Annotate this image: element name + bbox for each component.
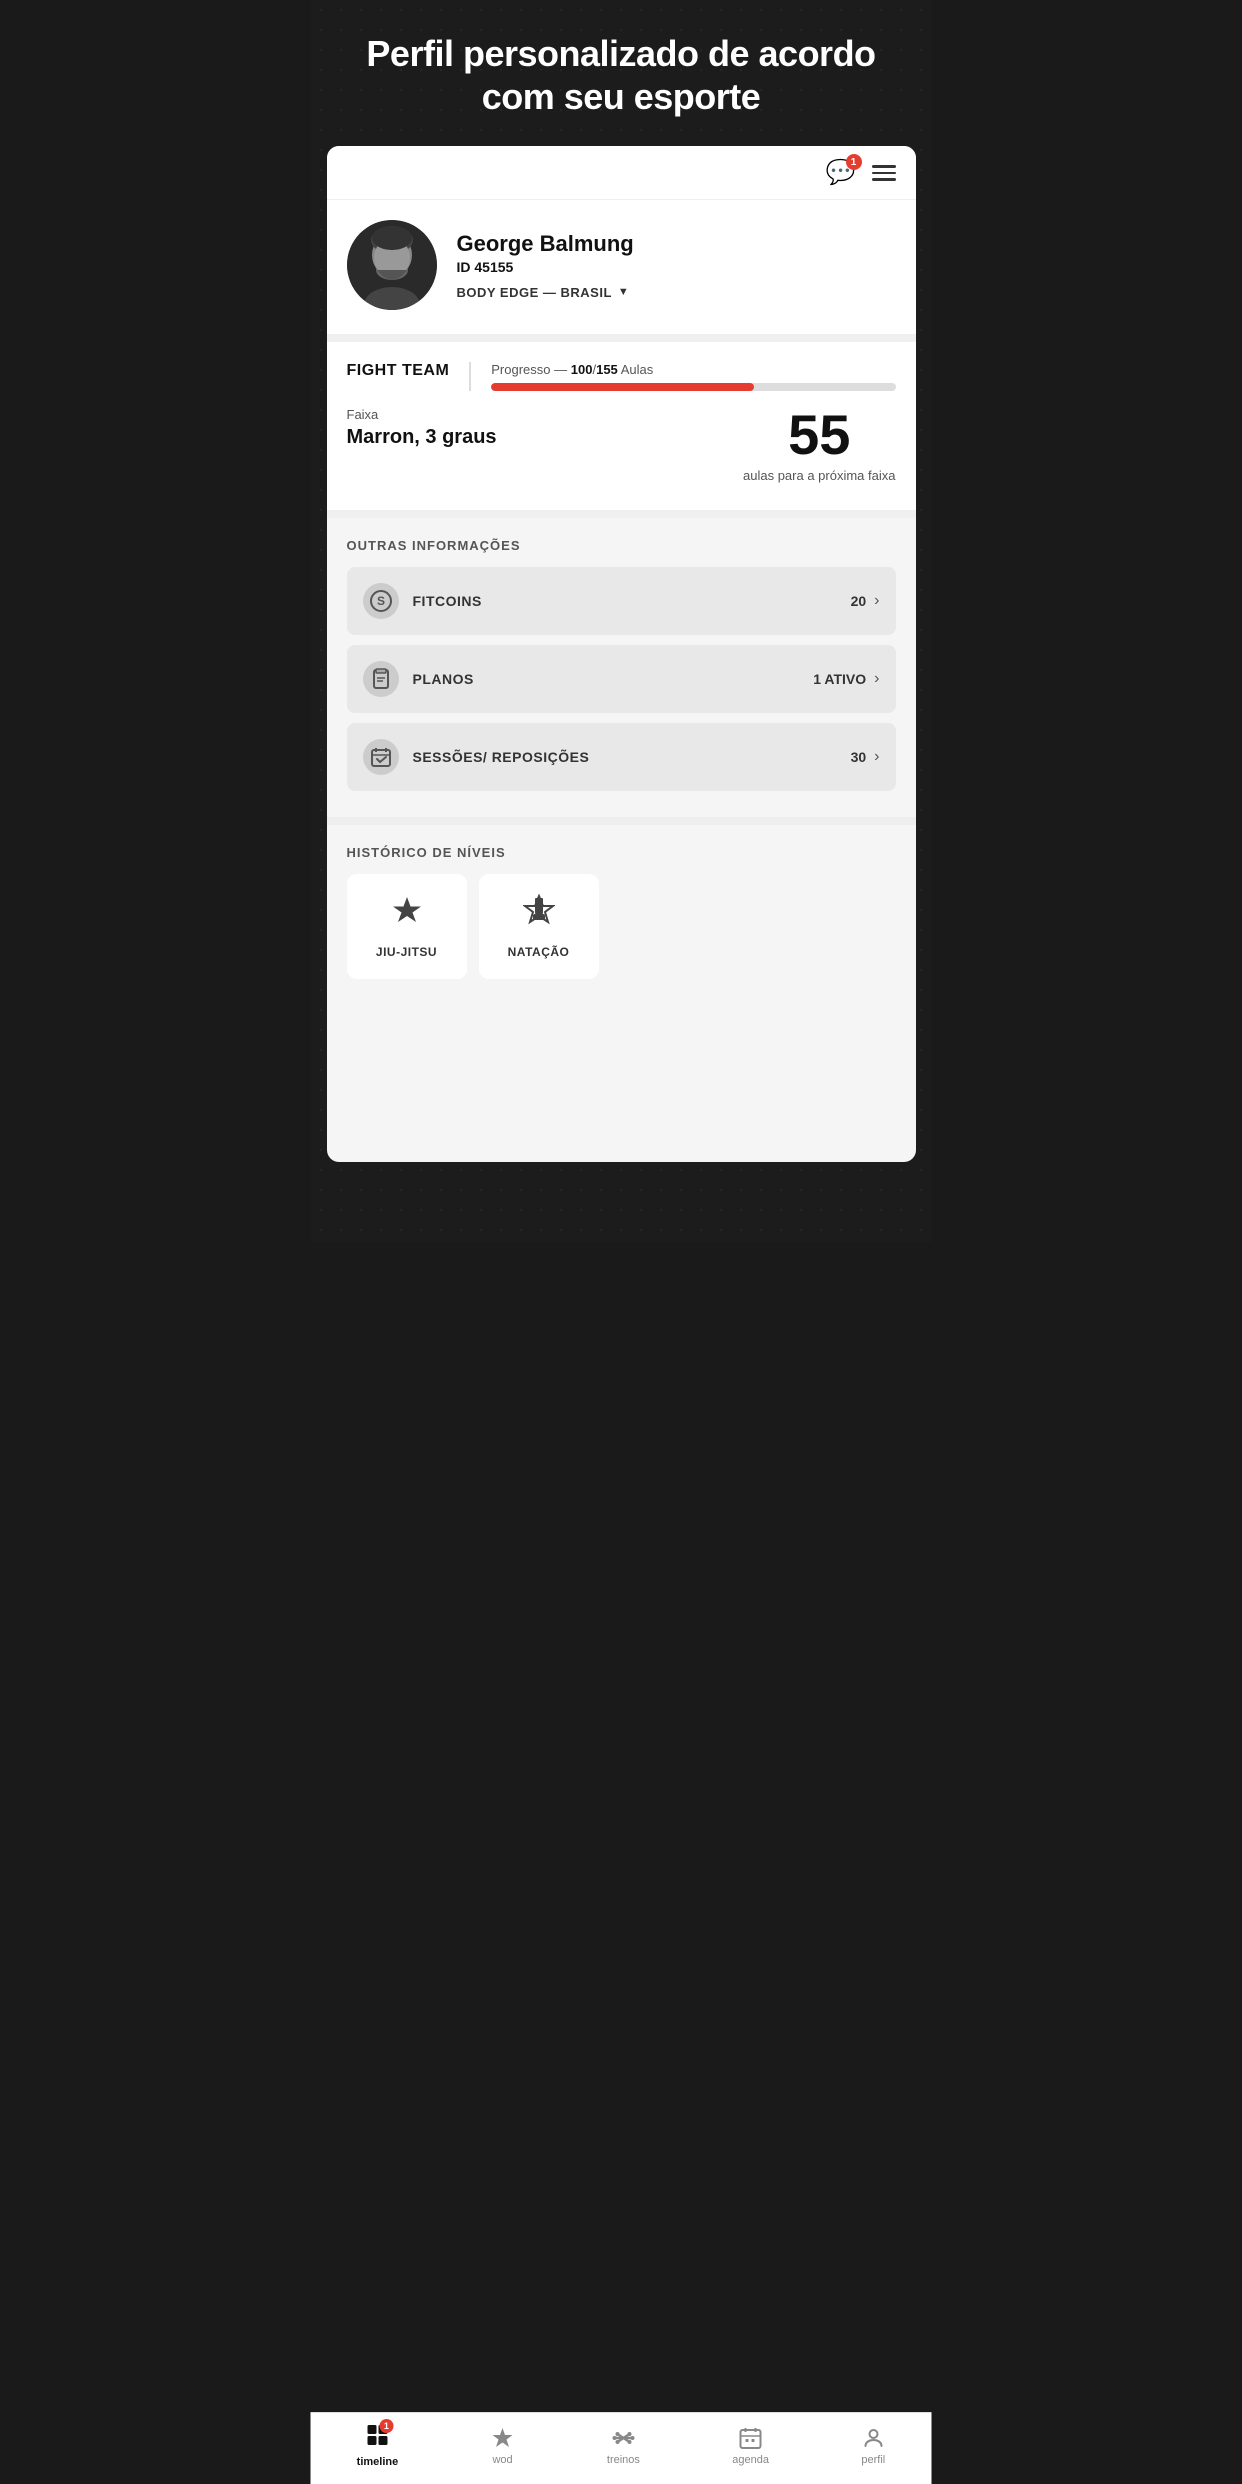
progress-section: Progresso — 100/155 Aulas bbox=[469, 362, 895, 391]
bottom-nav: 1 timeline wod treinos bbox=[311, 2412, 932, 2484]
nav-wod[interactable]: wod bbox=[491, 2426, 515, 2466]
fight-team-top: FIGHT TEAM Progresso — 100/155 Aulas bbox=[347, 362, 896, 391]
nav-perfil-label: perfil bbox=[861, 2454, 885, 2466]
planos-item[interactable]: PLANOS 1 ATIVO › bbox=[347, 645, 896, 713]
other-info-section: OUTRAS INFORMAÇÕES S FITCOINS 20 › bbox=[327, 518, 916, 825]
treinos-icon bbox=[611, 2426, 635, 2450]
nav-treinos-label: treinos bbox=[607, 2454, 640, 2466]
profile-info: George Balmung ID 45155 BODY EDGE — BRAS… bbox=[457, 231, 896, 300]
progress-label: Progresso — 100/155 Aulas bbox=[491, 362, 895, 377]
sessoes-label: SESSÕES/ REPOSIÇÕES bbox=[413, 749, 851, 765]
jiujitsu-icon bbox=[391, 894, 423, 933]
belt-value: Marron, 3 graus bbox=[347, 426, 744, 449]
fight-team-body: Faixa Marron, 3 graus 55 aulas para a pr… bbox=[347, 407, 896, 485]
nav-perfil[interactable]: perfil bbox=[861, 2426, 885, 2466]
history-item-jiujitsu[interactable]: JIU-JITSU bbox=[347, 874, 467, 979]
progress-bar-fill bbox=[491, 383, 754, 391]
profile-id: ID 45155 bbox=[457, 259, 896, 275]
natacao-icon bbox=[523, 894, 555, 933]
top-bar: 💬 1 bbox=[327, 146, 916, 200]
fight-team-section: FIGHT TEAM Progresso — 100/155 Aulas Fai… bbox=[327, 342, 916, 517]
fitcoins-value: 20 bbox=[851, 593, 867, 609]
menu-button[interactable] bbox=[872, 165, 896, 181]
fitcoins-item[interactable]: S FITCOINS 20 › bbox=[347, 567, 896, 635]
belt-info: Faixa Marron, 3 graus bbox=[347, 407, 744, 449]
fitcoins-label: FITCOINS bbox=[413, 593, 851, 609]
fight-team-label: FIGHT TEAM bbox=[347, 362, 470, 380]
nav-timeline-label: timeline bbox=[357, 2456, 399, 2468]
sessoes-icon bbox=[363, 739, 399, 775]
hero-title: Perfil personalizado de acordo com seu e… bbox=[351, 32, 892, 118]
history-items: JIU-JITSU NATAÇÃO bbox=[347, 874, 896, 979]
classes-label: aulas para a próxima faixa bbox=[743, 467, 895, 485]
sessoes-arrow: › bbox=[874, 748, 879, 766]
other-info-title: OUTRAS INFORMAÇÕES bbox=[347, 538, 896, 553]
nav-agenda-label: agenda bbox=[732, 2454, 769, 2466]
nav-timeline[interactable]: 1 timeline bbox=[357, 2423, 399, 2468]
hero-section: Perfil personalizado de acordo com seu e… bbox=[311, 0, 932, 146]
progress-bar bbox=[491, 383, 895, 391]
app-background: Perfil personalizado de acordo com seu e… bbox=[311, 0, 932, 1242]
avatar bbox=[347, 220, 437, 310]
fitcoins-arrow: › bbox=[874, 592, 879, 610]
classes-remaining: 55 aulas para a próxima faixa bbox=[743, 407, 895, 485]
history-section: HISTÓRICO DE NÍVEIS JIU-JITSU bbox=[327, 825, 916, 1003]
agenda-icon bbox=[739, 2426, 763, 2450]
classes-number: 55 bbox=[743, 407, 895, 463]
gym-dropdown-arrow: ▼ bbox=[618, 286, 629, 298]
sessoes-value: 30 bbox=[851, 749, 867, 765]
timeline-badge: 1 bbox=[379, 2419, 393, 2433]
main-card: 💬 1 bbox=[327, 146, 916, 1162]
svg-text:S: S bbox=[376, 594, 384, 608]
planos-icon bbox=[363, 661, 399, 697]
planos-value: 1 ATIVO bbox=[813, 671, 866, 687]
profile-name: George Balmung bbox=[457, 231, 896, 257]
history-title: HISTÓRICO DE NÍVEIS bbox=[347, 845, 896, 860]
natacao-label: NATAÇÃO bbox=[508, 945, 570, 959]
profile-gym[interactable]: BODY EDGE — BRASIL ▼ bbox=[457, 285, 896, 300]
history-item-natacao[interactable]: NATAÇÃO bbox=[479, 874, 599, 979]
belt-label: Faixa bbox=[347, 407, 744, 422]
planos-arrow: › bbox=[874, 670, 879, 688]
perfil-icon bbox=[861, 2426, 885, 2450]
planos-label: PLANOS bbox=[413, 671, 814, 687]
wod-icon bbox=[491, 2426, 515, 2450]
nav-wod-label: wod bbox=[492, 2454, 512, 2466]
sessoes-item[interactable]: SESSÕES/ REPOSIÇÕES 30 › bbox=[347, 723, 896, 791]
jiujitsu-label: JIU-JITSU bbox=[376, 945, 437, 959]
fitcoins-icon: S bbox=[363, 583, 399, 619]
nav-treinos[interactable]: treinos bbox=[607, 2426, 640, 2466]
notification-badge: 1 bbox=[846, 154, 862, 170]
profile-section: George Balmung ID 45155 BODY EDGE — BRAS… bbox=[327, 200, 916, 342]
notification-button[interactable]: 💬 1 bbox=[826, 158, 856, 187]
nav-agenda[interactable]: agenda bbox=[732, 2426, 769, 2466]
